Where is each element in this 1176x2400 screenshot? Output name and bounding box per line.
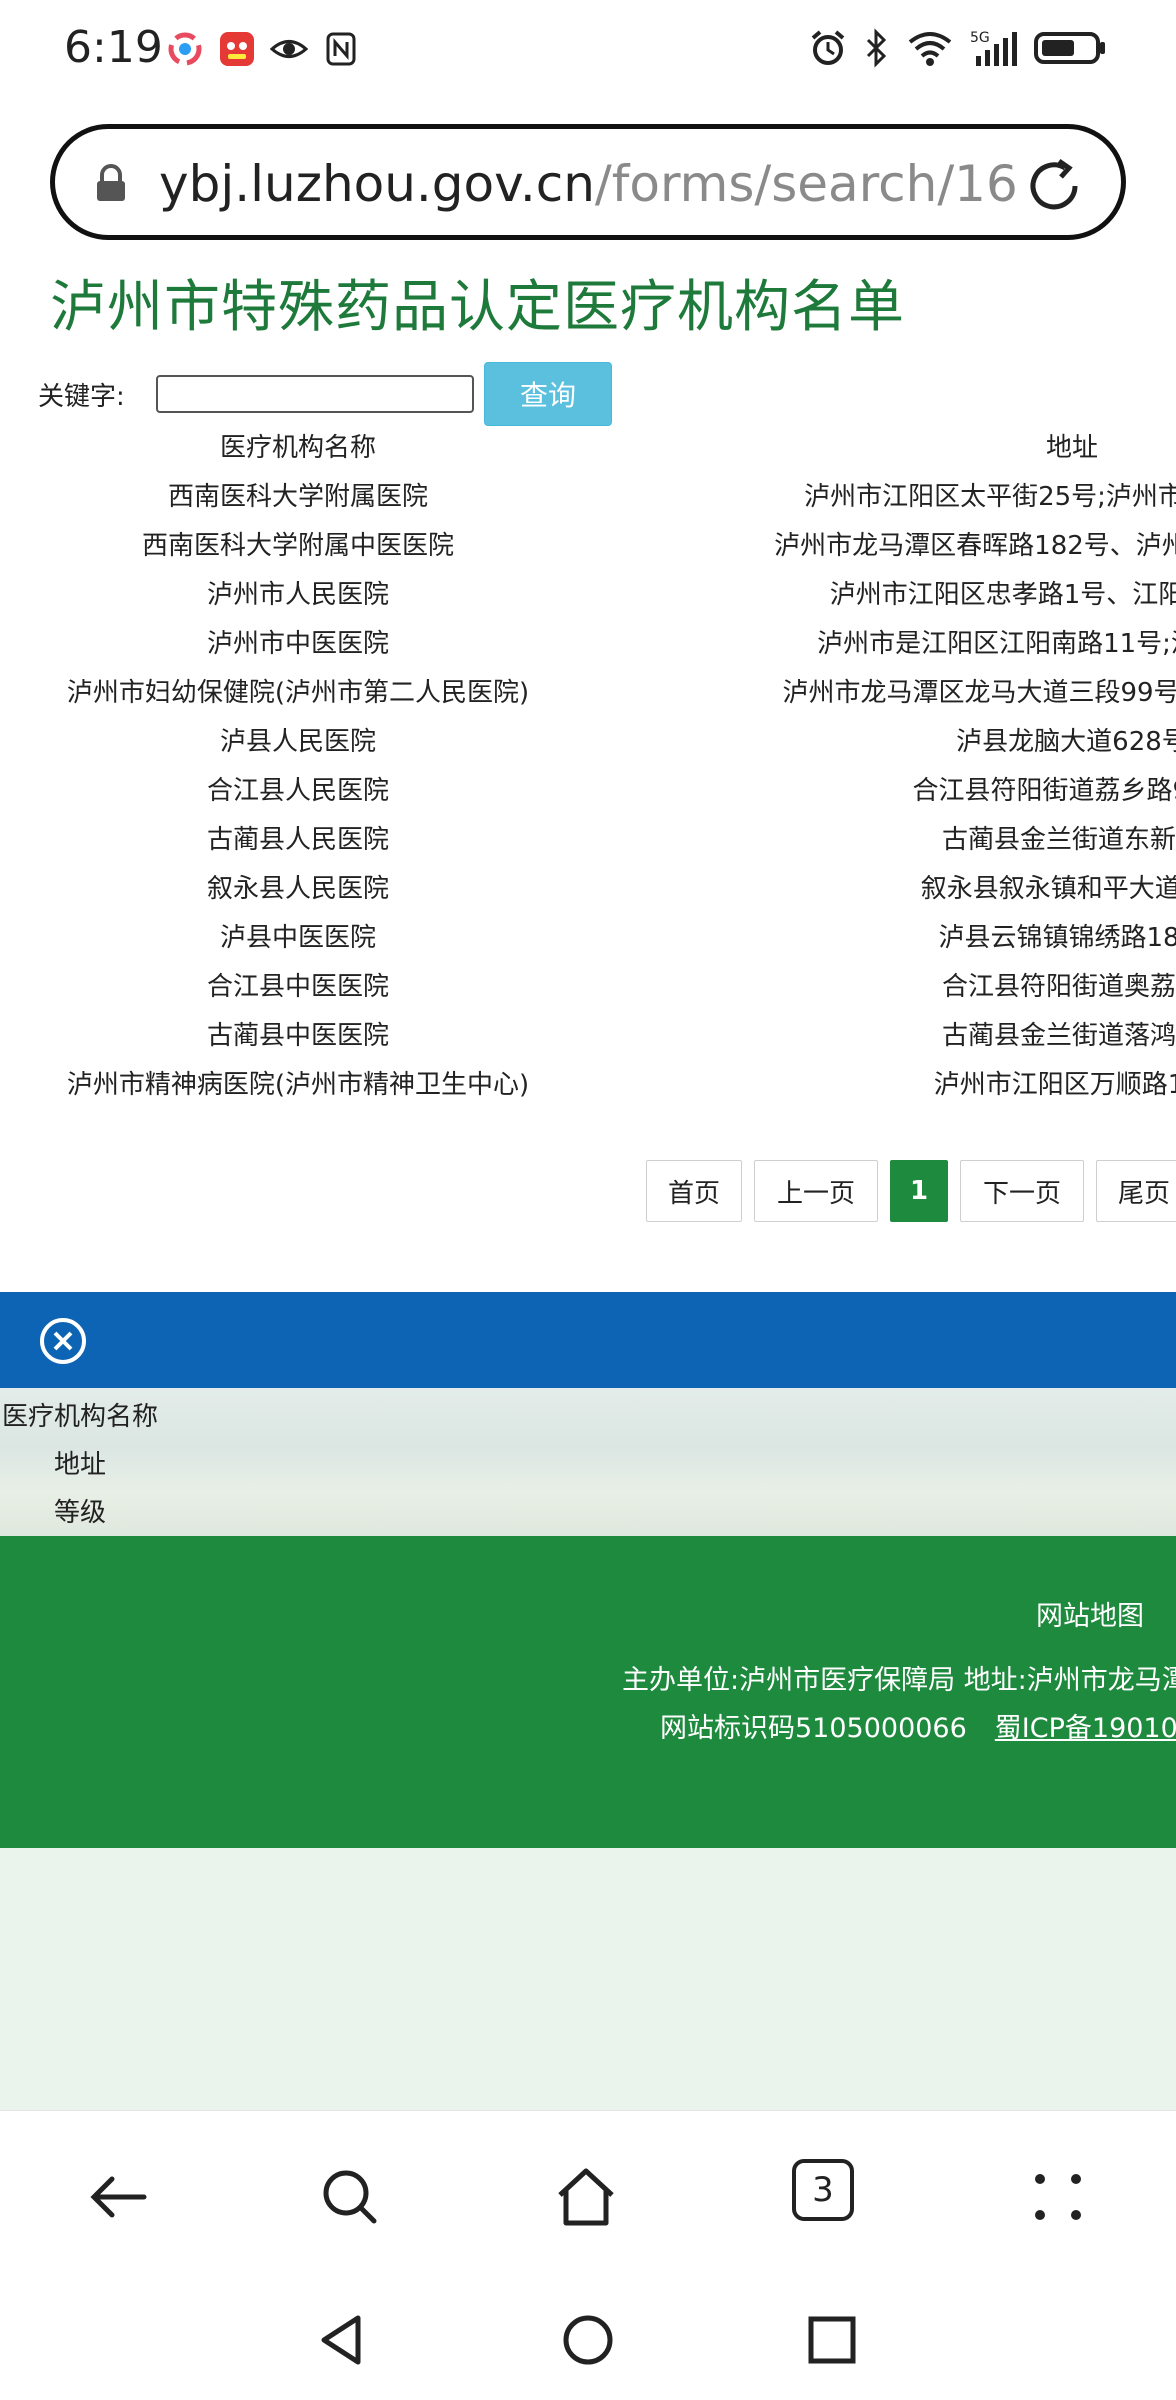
status-system-icons: 5G bbox=[808, 28, 1106, 68]
site-footer: 网站地图 主办单位:泸州市医疗保障局 地址:泸州市龙马潭区 网站标识码51050… bbox=[0, 1536, 1176, 1848]
cell-name: 古蔺县人民医院 bbox=[206, 825, 389, 855]
cell-name: 泸县人民医院 bbox=[219, 727, 376, 757]
table-header-row: 医疗机构名称 地址 bbox=[0, 424, 1176, 473]
table-row: 泸州市中医医院 泸州市是江阳区江阳南路11号;泸州市江阳区 bbox=[0, 620, 1176, 669]
cell-name: 西南医科大学附属中医医院 bbox=[141, 531, 454, 561]
status-notification-icons bbox=[166, 30, 360, 68]
eye-icon bbox=[270, 40, 308, 58]
table-row: 泸州市妇幼保健院(泸州市第二人民医院) 泸州市龙马潭区龙马大道三段99号、泸州市… bbox=[0, 669, 1176, 718]
table-row: 泸县中医医院 泸县云锦镇锦绣路18号 bbox=[0, 914, 1176, 963]
cell-name: 叙永县人民医院 bbox=[206, 874, 389, 904]
nfc-icon bbox=[326, 32, 356, 66]
browser-toolbar: 3 bbox=[0, 2110, 1176, 2280]
cell-name: 泸县中医医院 bbox=[219, 923, 376, 953]
system-recents-icon[interactable] bbox=[802, 2310, 862, 2370]
cell-address: 泸县云锦镇锦绣路18号 bbox=[938, 923, 1176, 953]
table-row: 西南医科大学附属医院 泸州市江阳区太平街25号;泸州市江阳区康城路 bbox=[0, 473, 1176, 522]
url-domain: ybj.luzhou.gov.cn bbox=[159, 155, 595, 213]
table-row: 古蔺县中医医院 古蔺县金兰街道落鸿路 bbox=[0, 1012, 1176, 1061]
page-bottom-area bbox=[0, 1848, 1176, 2110]
cell-address: 泸州市龙马潭区春晖路182号、泸州市江阳区太平街 bbox=[774, 531, 1176, 561]
search-label: 关键字: bbox=[38, 381, 125, 412]
page-title: 泸州市特殊药品认定医疗机构名单 bbox=[50, 275, 905, 340]
signal-5g-icon: 5G bbox=[970, 30, 1017, 66]
game-app-icon bbox=[220, 32, 254, 66]
icp-link[interactable]: 蜀ICP备19010100号 bbox=[995, 1713, 1176, 1744]
pagination: 首页 上一页 1 下一页 尾页 bbox=[646, 1160, 1176, 1222]
cell-address: 叙永县叙永镇和平大道6号 bbox=[920, 874, 1176, 904]
search-icon[interactable] bbox=[318, 2165, 382, 2229]
alarm-icon bbox=[811, 30, 845, 65]
table-row: 泸州市精神病医院(泸州市精神卫生中心) 泸州市江阳区万顺路1号 bbox=[0, 1061, 1176, 1104]
overlay-label-level: 等级 bbox=[54, 1498, 107, 1528]
next-page-button[interactable]: 下一页 bbox=[960, 1160, 1084, 1222]
banner-image: 医疗机构名称 地址 等级 bbox=[0, 1388, 1176, 1536]
status-bar: 6:19 5G bbox=[0, 0, 1176, 100]
search-input[interactable] bbox=[156, 375, 474, 413]
sitemap-link[interactable]: 网站地图 bbox=[1036, 1594, 1144, 1633]
cell-name: 泸州市中医医院 bbox=[206, 629, 389, 659]
close-circle-icon[interactable] bbox=[38, 1316, 88, 1366]
search-row: 关键字: 查询 bbox=[38, 362, 612, 426]
home-icon[interactable] bbox=[554, 2165, 618, 2229]
first-page-button[interactable]: 首页 bbox=[646, 1160, 742, 1222]
cell-name: 合江县中医医院 bbox=[206, 972, 389, 1002]
svg-text:5G: 5G bbox=[970, 30, 990, 46]
battery-icon bbox=[1034, 32, 1105, 64]
cell-address: 古蔺县金兰街道落鸿路 bbox=[941, 1021, 1176, 1051]
table-row: 泸州市人民医院 泸州市江阳区忠孝路1号、江阳区酒城大道 bbox=[0, 571, 1176, 620]
overlay-label-address: 地址 bbox=[54, 1450, 107, 1480]
back-arrow-icon[interactable] bbox=[86, 2165, 150, 2229]
lock-icon bbox=[97, 164, 125, 201]
cell-address: 泸州市江阳区忠孝路1号、江阳区酒城大道 bbox=[829, 580, 1176, 610]
menu-dots-icon[interactable] bbox=[1026, 2165, 1090, 2229]
results-table: 医疗机构名称 地址 西南医科大学附属医院 泸州市江阳区太平街25号;泸州市江阳区… bbox=[0, 424, 1176, 1104]
system-home-icon[interactable] bbox=[558, 2310, 618, 2370]
footer-organizer: 主办单位:泸州市医疗保障局 地址:泸州市龙马潭区 bbox=[622, 1665, 1176, 1696]
cell-name: 泸州市人民医院 bbox=[206, 580, 389, 610]
cell-address: 古蔺县金兰街道东新街 bbox=[941, 825, 1176, 855]
current-page-button[interactable]: 1 bbox=[890, 1160, 948, 1222]
cell-address: 泸州市江阳区万顺路1号 bbox=[933, 1070, 1176, 1100]
system-nav-bar bbox=[0, 2280, 1176, 2400]
overlay-label-name: 医疗机构名称 bbox=[2, 1402, 159, 1432]
reload-icon[interactable] bbox=[1023, 155, 1085, 217]
wifi-icon bbox=[908, 32, 952, 66]
table-row: 合江县中医医院 合江县符阳街道奥荔街 bbox=[0, 963, 1176, 1012]
footer-ids: 网站标识码5105000066 蜀ICP备19010100号 bbox=[660, 1706, 1176, 1745]
cell-name: 合江县人民医院 bbox=[206, 776, 389, 806]
status-time: 6:19 bbox=[64, 22, 163, 73]
table-row: 西南医科大学附属中医医院 泸州市龙马潭区春晖路182号、泸州市江阳区太平街 bbox=[0, 522, 1176, 571]
prev-page-button[interactable]: 上一页 bbox=[754, 1160, 878, 1222]
cell-address: 泸州市江阳区太平街25号;泸州市江阳区康城路 bbox=[804, 482, 1176, 512]
bluetooth-icon bbox=[866, 28, 887, 68]
header-name: 医疗机构名称 bbox=[219, 433, 376, 463]
cell-name: 古蔺县中医医院 bbox=[206, 1021, 389, 1051]
table-row: 合江县人民医院 合江县符阳街道荔乡路96号 bbox=[0, 767, 1176, 816]
site-id: 网站标识码5105000066 bbox=[660, 1713, 967, 1744]
url-text[interactable]: ybj.luzhou.gov.cn/forms/search/16 bbox=[159, 155, 1018, 213]
url-path: /forms/search/16 bbox=[594, 155, 1018, 213]
system-back-icon[interactable] bbox=[312, 2310, 372, 2370]
overlay-header-bar bbox=[0, 1292, 1176, 1388]
header-address: 地址 bbox=[1045, 433, 1098, 463]
cell-address: 泸县龙脑大道628号 bbox=[956, 727, 1176, 757]
cell-address: 泸州市是江阳区江阳南路11号;泸州市江阳区 bbox=[817, 629, 1176, 659]
app-notification-icon bbox=[168, 32, 202, 66]
cell-address: 泸州市龙马潭区龙马大道三段99号、泸州市江阳区 bbox=[782, 678, 1176, 708]
tabs-button[interactable]: 3 bbox=[792, 2159, 854, 2221]
table-row: 古蔺县人民医院 古蔺县金兰街道东新街 bbox=[0, 816, 1176, 865]
cell-name: 泸州市妇幼保健院(泸州市第二人民医院) bbox=[66, 678, 530, 708]
table-row: 叙永县人民医院 叙永县叙永镇和平大道6号 bbox=[0, 865, 1176, 914]
address-bar[interactable]: ybj.luzhou.gov.cn/forms/search/16 bbox=[50, 124, 1126, 240]
table-row: 泸县人民医院 泸县龙脑大道628号 bbox=[0, 718, 1176, 767]
cell-name: 西南医科大学附属医院 bbox=[167, 482, 428, 512]
cell-name: 泸州市精神病医院(泸州市精神卫生中心) bbox=[66, 1070, 530, 1100]
last-page-button[interactable]: 尾页 bbox=[1096, 1160, 1176, 1222]
cell-address: 合江县符阳街道荔乡路96号 bbox=[912, 776, 1176, 806]
cell-address: 合江县符阳街道奥荔街 bbox=[941, 972, 1176, 1002]
search-button[interactable]: 查询 bbox=[484, 362, 612, 426]
